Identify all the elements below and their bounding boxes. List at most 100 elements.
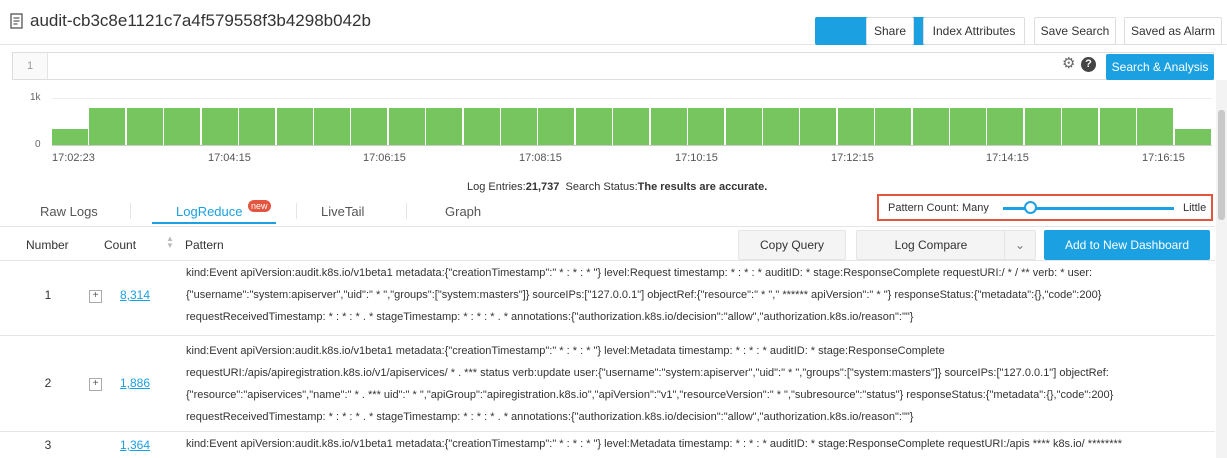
histogram-bar[interactable] (426, 108, 462, 145)
histogram-bar[interactable] (1175, 129, 1211, 145)
histogram-chart[interactable] (52, 98, 1212, 145)
column-header-count[interactable]: Count (104, 238, 136, 252)
time-axis-label: 17:04:15 (208, 152, 251, 164)
copy-query-button[interactable]: Copy Query (738, 230, 846, 260)
pattern-line: kind:Event apiVersion:audit.k8s.io/v1bet… (186, 438, 1123, 450)
histogram-bar[interactable] (613, 108, 649, 145)
histogram-bar[interactable] (1025, 108, 1061, 145)
log-entries-status: Log Entries:21,737 Search Status:The res… (467, 181, 767, 193)
histogram-bar[interactable] (202, 108, 238, 145)
histogram-bar[interactable] (464, 108, 500, 145)
histogram-bar[interactable] (314, 108, 350, 145)
log-entries-count: 21,737 (525, 181, 560, 193)
expand-icon[interactable]: + (89, 378, 102, 391)
chevron-down-icon[interactable]: ⌄ (1004, 230, 1036, 260)
time-axis-label: 17:12:15 (831, 152, 874, 164)
histogram-bar[interactable] (538, 108, 574, 145)
histogram-bar[interactable] (127, 108, 163, 145)
tab-livetail[interactable]: LiveTail (321, 204, 364, 219)
tab-divider (406, 203, 407, 219)
pattern-count-control: Pattern Count: Many Little (877, 194, 1213, 221)
time-axis-label: 17:10:15 (675, 152, 718, 164)
logstore-icon (10, 13, 23, 29)
search-analysis-button[interactable]: Search & Analysis (1106, 54, 1214, 80)
histogram-bar[interactable] (1137, 108, 1173, 145)
pattern-line: requestReceivedTimestamp: * : * : * . * … (186, 311, 914, 323)
scrollbar-thumb[interactable] (1218, 110, 1225, 220)
histogram-bar[interactable] (651, 108, 687, 145)
row-number: 1 (44, 288, 52, 302)
tab-divider (130, 203, 131, 219)
histogram-bar[interactable] (576, 108, 612, 145)
pattern-slider-handle[interactable] (1023, 201, 1037, 214)
histogram-bar[interactable] (838, 108, 874, 145)
row-divider (0, 335, 1215, 336)
time-axis-label: 17:16:15 (1142, 152, 1185, 164)
histogram-bar[interactable] (800, 108, 836, 145)
histogram-bar[interactable] (688, 108, 724, 145)
query-editor[interactable]: 1 (12, 52, 1214, 80)
column-header-pattern: Pattern (185, 238, 224, 252)
pattern-line: {"username":"system:apiserver","uid":" *… (186, 289, 1102, 301)
histogram-bar[interactable] (763, 108, 799, 145)
histogram-bar[interactable] (1062, 108, 1098, 145)
pattern-line: kind:Event apiVersion:audit.k8s.io/v1bet… (186, 267, 1093, 279)
time-axis: 17:02:23 17:04:15 17:06:15 17:08:15 17:10:15… (52, 152, 1212, 168)
row-count-link[interactable]: 1,886 (120, 376, 150, 390)
histogram-bar[interactable] (277, 108, 313, 145)
sort-icon[interactable]: ▲ ▼ (166, 235, 174, 250)
log-compare-select[interactable]: Log Compare (856, 230, 1006, 260)
vertical-scrollbar[interactable] (1216, 80, 1227, 458)
histogram-bar[interactable] (950, 108, 986, 145)
share-button[interactable]: Share (866, 17, 914, 45)
settings-icon[interactable]: ⚙ (1062, 56, 1078, 72)
pattern-line: requestURI:/apis/apiregistration.k8s.io/… (186, 367, 1109, 379)
histogram-bar[interactable] (351, 108, 387, 145)
time-axis-label: 17:06:15 (363, 152, 406, 164)
search-status-value: The results are accurate. (637, 181, 768, 193)
time-axis-label: 17:02:23 (52, 152, 95, 164)
line-number: 1 (13, 53, 48, 79)
tab-divider (296, 203, 297, 219)
histogram-bar[interactable] (1100, 108, 1136, 145)
logstore-title: audit-cb3c8e1121c7a4f579558f3b4298b042b (30, 11, 371, 30)
row-number: 3 (44, 438, 52, 452)
histogram-bar[interactable] (501, 108, 537, 145)
index-attributes-button[interactable]: Index Attributes (923, 17, 1025, 45)
y-axis-max-label: 1k (30, 92, 41, 103)
histogram-bar[interactable] (52, 129, 88, 145)
column-header-number: Number (26, 238, 69, 252)
histogram-bar[interactable] (164, 108, 200, 145)
histogram-bar[interactable] (239, 108, 275, 145)
row-number: 2 (44, 376, 52, 390)
time-axis-label: 17:14:15 (986, 152, 1029, 164)
tab-graph[interactable]: Graph (445, 204, 481, 219)
pattern-count-little-label: Little (1183, 202, 1207, 214)
pattern-line: kind:Event apiVersion:audit.k8s.io/v1bet… (186, 345, 945, 357)
y-axis-min-label: 0 (35, 139, 41, 150)
histogram-bar[interactable] (389, 108, 425, 145)
time-axis-label: 17:08:15 (519, 152, 562, 164)
new-badge: new (248, 200, 271, 212)
histogram-bar[interactable] (913, 108, 949, 145)
active-tab-indicator (152, 222, 276, 224)
row-count-link[interactable]: 8,314 (120, 288, 150, 302)
add-to-new-dashboard-button[interactable]: Add to New Dashboard (1044, 230, 1210, 260)
search-status-prefix: Search Status: (565, 181, 638, 193)
tab-logreduce[interactable]: LogReduce (176, 204, 243, 219)
saved-as-alarm-button[interactable]: Saved as Alarm (1124, 17, 1222, 45)
expand-icon[interactable]: + (89, 290, 102, 303)
pattern-line: {"resource":"apiservices","name":" * . *… (186, 389, 1114, 401)
histogram-bar[interactable] (987, 108, 1023, 145)
x-axis-line (52, 145, 1212, 146)
help-icon[interactable]: ? (1081, 57, 1096, 72)
row-divider (0, 431, 1215, 432)
log-entries-prefix: Log Entries: (467, 181, 526, 193)
save-search-button[interactable]: Save Search (1034, 17, 1116, 45)
row-count-link[interactable]: 1,364 (120, 438, 150, 452)
pattern-count-label: Pattern Count: Many (888, 202, 989, 214)
histogram-bar[interactable] (875, 108, 911, 145)
histogram-bar[interactable] (89, 108, 125, 145)
tab-raw-logs[interactable]: Raw Logs (40, 204, 98, 219)
histogram-bar[interactable] (726, 108, 762, 145)
